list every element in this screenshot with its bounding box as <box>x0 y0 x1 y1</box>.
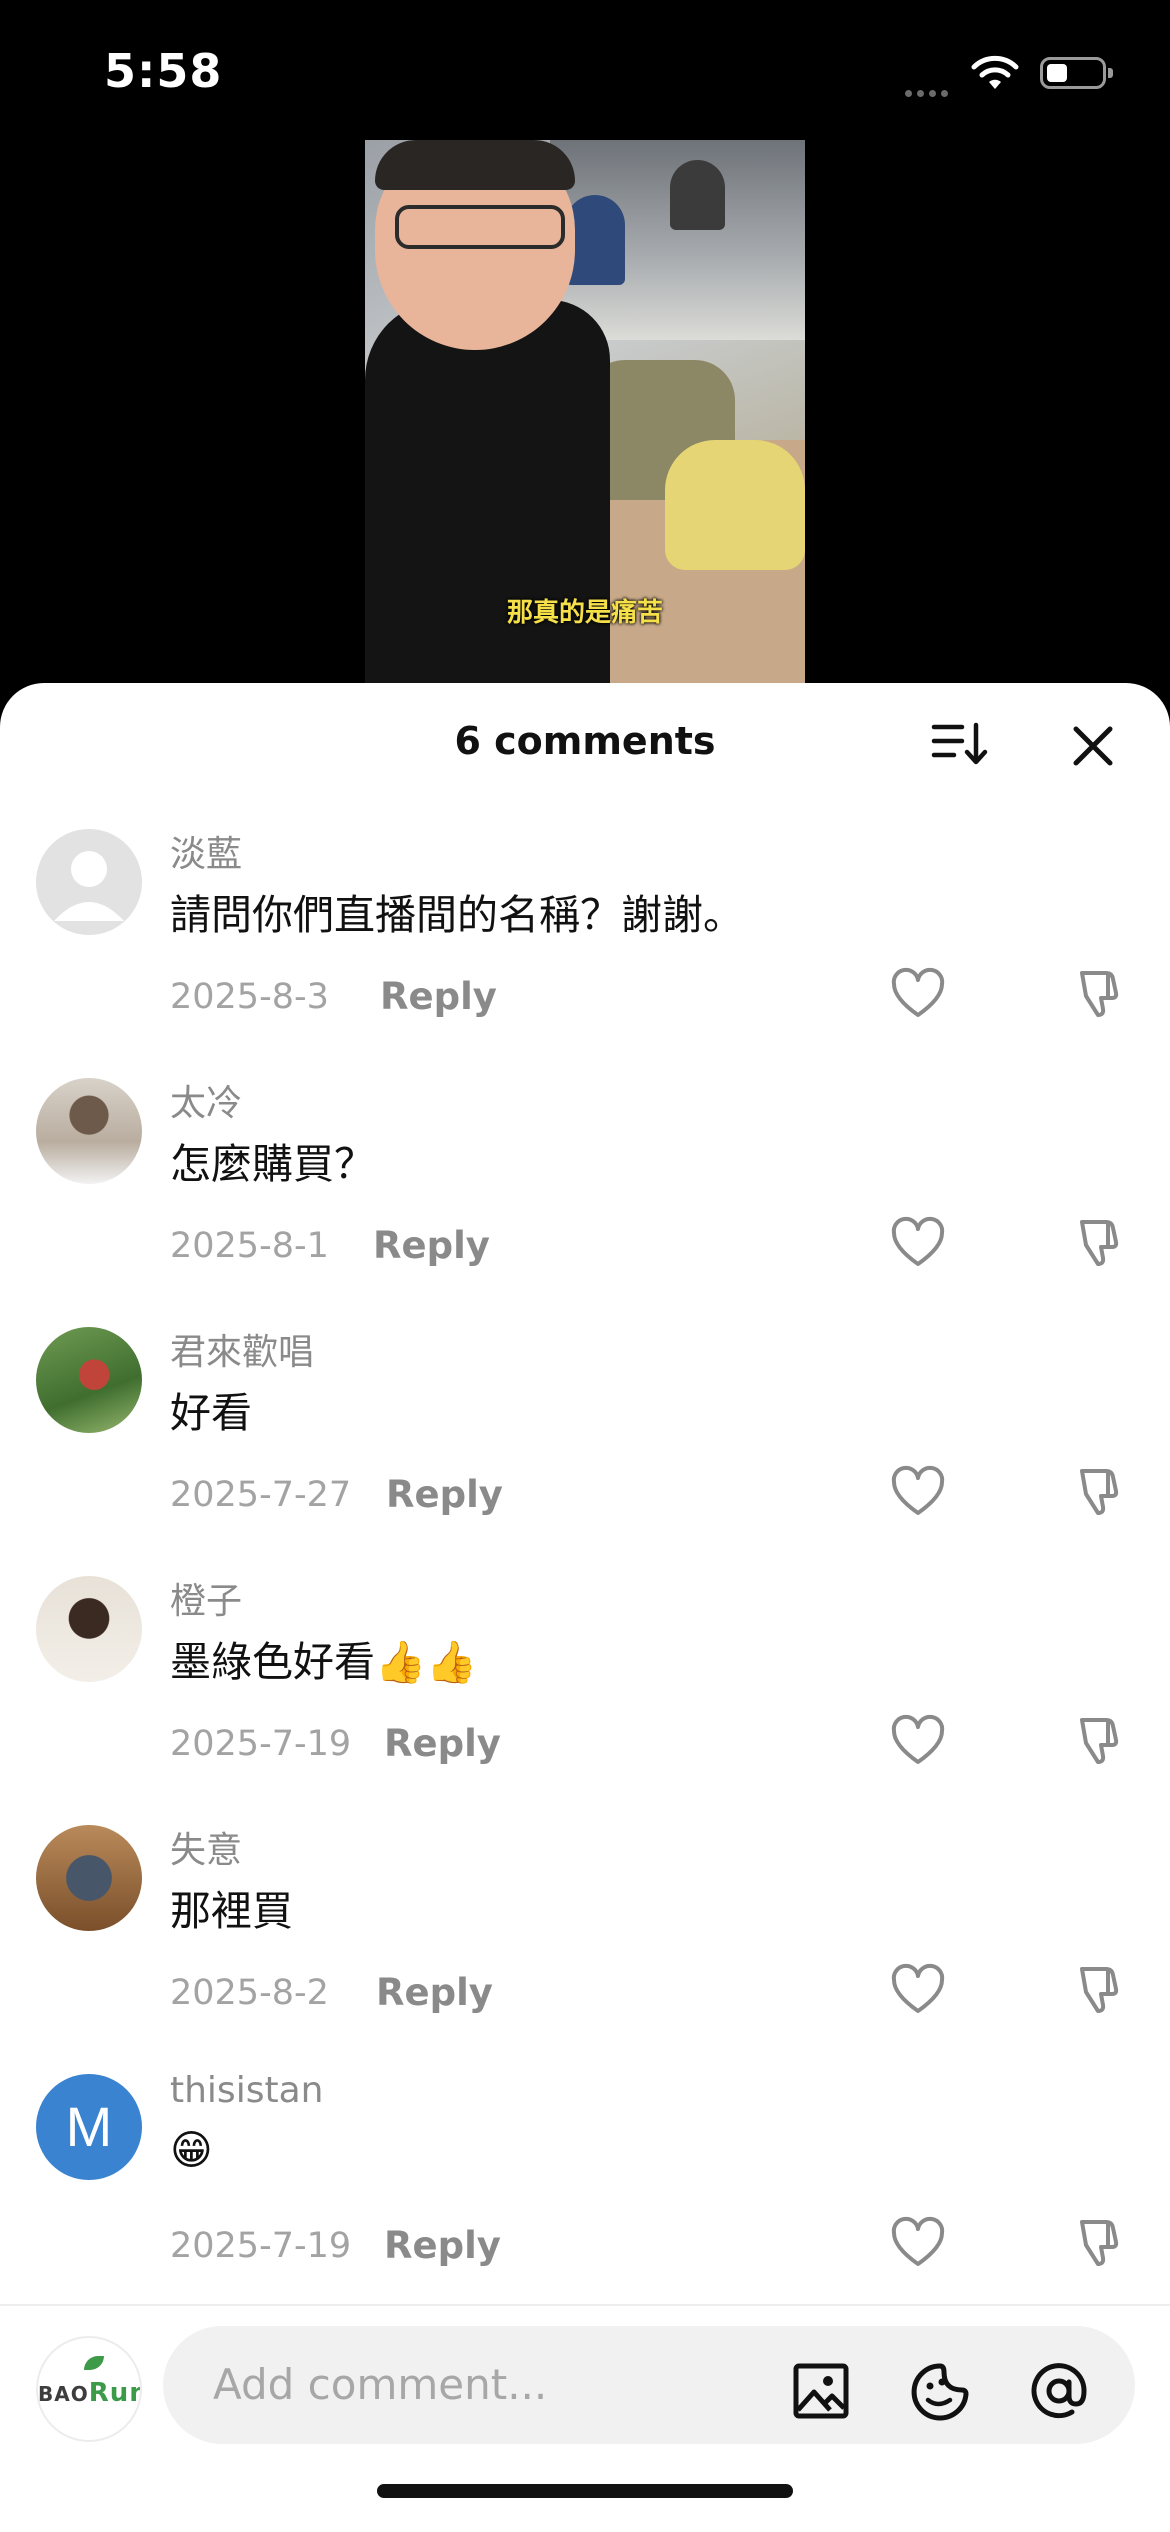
dislike-icon[interactable] <box>1068 1710 1128 1770</box>
dislike-icon[interactable] <box>1068 963 1128 1023</box>
like-heart-icon[interactable] <box>888 965 948 1025</box>
comment-item: 橙子 墨綠色好看👍👍 2025-7-19 Reply <box>0 1572 1170 1822</box>
comment-item: 淡藍 請問你們直播間的名稱？謝謝。 2025-8-3 Reply <box>0 825 1170 1075</box>
avatar[interactable] <box>36 1327 142 1433</box>
add-comment-placeholder[interactable]: Add comment... <box>213 2360 547 2409</box>
dislike-icon[interactable] <box>1068 1959 1128 2019</box>
like-heart-icon[interactable] <box>888 2214 948 2274</box>
like-heart-icon[interactable] <box>888 1463 948 1523</box>
dislike-icon[interactable] <box>1068 2212 1128 2272</box>
reply-button[interactable]: Reply <box>384 1722 501 1765</box>
avatar[interactable] <box>36 829 142 935</box>
like-heart-icon[interactable] <box>888 1961 948 2021</box>
sort-icon[interactable] <box>930 719 990 769</box>
dislike-icon[interactable] <box>1068 1212 1128 1272</box>
video-player[interactable]: 那真的是痛苦 <box>365 140 805 685</box>
like-heart-icon[interactable] <box>888 1712 948 1772</box>
comment-text: 墨綠色好看👍👍 <box>170 1638 478 1686</box>
comment-date: 2025-8-1 <box>170 1226 329 1266</box>
add-comment-input[interactable]: Add comment... <box>163 2326 1135 2444</box>
comment-username[interactable]: thisistan <box>170 2070 323 2111</box>
home-indicator[interactable] <box>377 2484 793 2498</box>
comment-username[interactable]: 君來歡唱 <box>170 1323 314 1375</box>
reply-button[interactable]: Reply <box>376 1971 493 2014</box>
avatar[interactable] <box>36 1576 142 1682</box>
comment-username[interactable]: 太冷 <box>170 1074 242 1126</box>
yellow-bag <box>665 440 805 570</box>
reply-button[interactable]: Reply <box>386 1473 503 1516</box>
mention-icon[interactable] <box>1028 2360 1090 2422</box>
status-time: 5:58 <box>104 44 223 98</box>
comment-date: 2025-8-3 <box>170 977 329 1017</box>
comment-date: 2025-7-27 <box>170 1475 352 1515</box>
comment-username[interactable]: 橙子 <box>170 1572 242 1624</box>
comment-item: 失意 那裡買 2025-8-2 Reply <box>0 1821 1170 2071</box>
comment-username[interactable]: 淡藍 <box>170 825 242 877</box>
dislike-icon[interactable] <box>1068 1461 1128 1521</box>
comment-date: 2025-7-19 <box>170 1724 352 1764</box>
reply-button[interactable]: Reply <box>373 1224 490 1267</box>
comments-header: 6 comments <box>0 683 1170 803</box>
comment-text: 😁 <box>170 2126 213 2174</box>
comment-text: 那裡買 <box>170 1887 293 1935</box>
comment-username[interactable]: 失意 <box>170 1821 242 1873</box>
reply-button[interactable]: Reply <box>380 975 497 1018</box>
brand-logo: BAORun <box>38 2378 140 2408</box>
comments-count: 6 comments <box>454 719 716 763</box>
comment-item: 太冷 怎麼購買？ 2025-8-1 Reply <box>0 1074 1170 1324</box>
video-subtitle: 那真的是痛苦 <box>506 598 663 628</box>
comment-text: 怎麼購買？ <box>170 1140 375 1188</box>
avatar[interactable]: M <box>36 2074 142 2180</box>
comment-item: M thisistan 😁 2025-7-19 Reply <box>0 2070 1170 2320</box>
comment-text: 請問你們直播間的名稱？謝謝。 <box>170 891 744 939</box>
like-heart-icon[interactable] <box>888 1214 948 1274</box>
comment-date: 2025-7-19 <box>170 2226 352 2266</box>
leaf-icon <box>84 2356 104 2370</box>
comment-item: 君來歡唱 好看 2025-7-27 Reply <box>0 1323 1170 1573</box>
comment-text: 好看 <box>170 1389 252 1437</box>
status-bar: 5:58 <box>0 0 1170 140</box>
reply-button[interactable]: Reply <box>384 2224 501 2267</box>
sticker-icon[interactable] <box>910 2360 972 2422</box>
avatar[interactable] <box>36 1078 142 1184</box>
avatar[interactable] <box>36 1825 142 1931</box>
image-icon[interactable] <box>790 2360 852 2422</box>
comment-composer: BAORun Add comment... <box>0 2306 1170 2532</box>
wifi-icon <box>971 55 1019 89</box>
close-icon[interactable] <box>1068 721 1118 771</box>
my-avatar[interactable]: BAORun <box>36 2336 142 2442</box>
battery-icon <box>1040 57 1113 89</box>
default-avatar-icon <box>54 851 124 921</box>
comment-date: 2025-8-2 <box>170 1973 329 2013</box>
cellular-signal-icon <box>905 82 955 97</box>
